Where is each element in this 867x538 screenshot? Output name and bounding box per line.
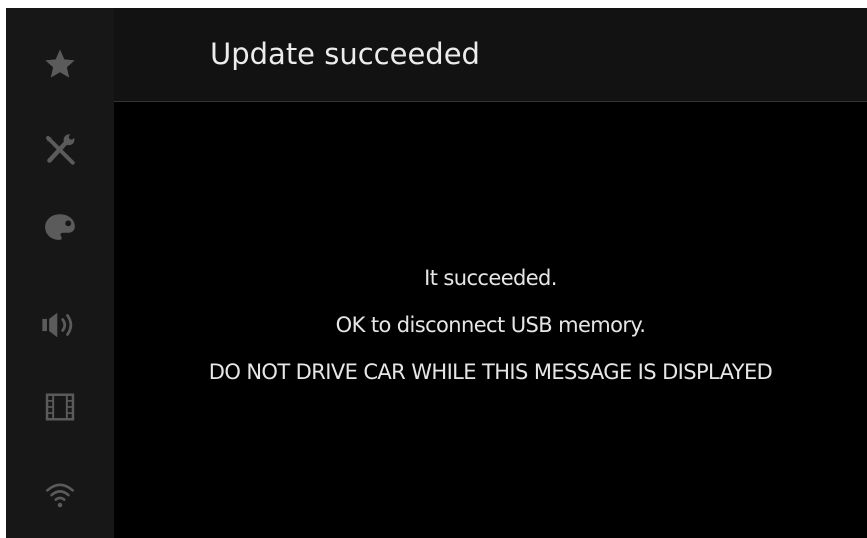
- sidebar-item-wireless[interactable]: [6, 452, 114, 536]
- status-message: It succeeded. OK to disconnect USB memor…: [114, 255, 867, 396]
- message-line-warning: DO NOT DRIVE CAR WHILE THIS MESSAGE IS D…: [208, 360, 773, 384]
- sidebar-item-tools[interactable]: [6, 108, 114, 192]
- sidebar-item-video[interactable]: [6, 365, 114, 449]
- wifi-icon: [45, 483, 75, 508]
- sidebar-item-favorites[interactable]: [6, 22, 114, 106]
- sidebar: [6, 8, 114, 538]
- palette-icon: [45, 214, 75, 240]
- message-line-disconnect: OK to disconnect USB memory.: [335, 313, 646, 337]
- head-unit-screen: Update succeeded It succeeded. OK to dis…: [6, 8, 867, 538]
- header-bar: Update succeeded: [114, 8, 867, 102]
- sidebar-item-sound[interactable]: [6, 283, 114, 367]
- film-icon: [45, 393, 75, 421]
- star-icon: [45, 49, 75, 78]
- tools-icon: [46, 134, 75, 165]
- sidebar-item-display[interactable]: [6, 185, 114, 269]
- speaker-icon: [42, 312, 73, 338]
- page-title: Update succeeded: [210, 37, 480, 71]
- message-line-success: It succeeded.: [424, 266, 557, 290]
